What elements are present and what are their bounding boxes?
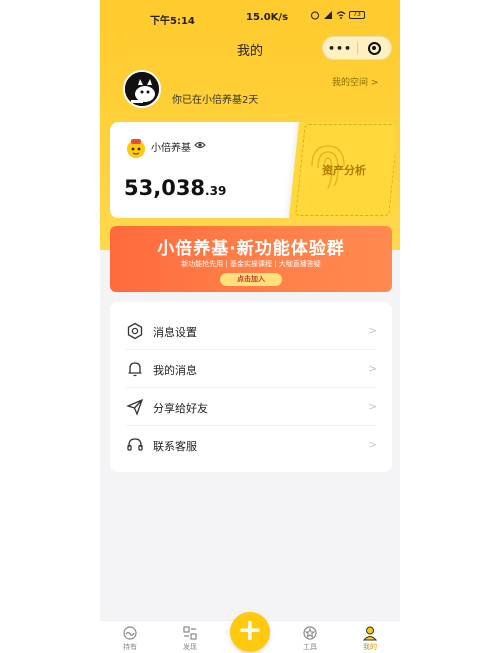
banner-title: 小倍养基·新功能体验群	[157, 239, 345, 259]
welcome-text: 你已在小倍养基2天	[172, 95, 259, 106]
bell-icon	[128, 362, 142, 377]
menu-item-customer-service[interactable]: 联系客服 >	[110, 426, 392, 464]
avatar[interactable]	[123, 70, 161, 108]
wifi-icon	[336, 11, 346, 19]
more-button[interactable]: •••	[323, 42, 357, 55]
banner-subtitle: 新功能抢先用 | 基金实操课程 | 大咖直播答疑	[181, 260, 321, 268]
chevron-right-icon: >	[368, 362, 378, 375]
close-button[interactable]	[358, 41, 391, 55]
chevron-right-icon: >	[368, 438, 378, 451]
status-icons: 73	[310, 10, 365, 20]
tab-tools[interactable]: 工具	[290, 625, 330, 652]
settings-icon	[127, 322, 143, 340]
chevron-right-icon: >	[368, 324, 378, 337]
profile-icon	[362, 626, 378, 641]
join-button[interactable]: 点击加入	[220, 273, 282, 286]
title-row: 我的 •••	[100, 36, 400, 62]
tab-mine[interactable]: 我的	[350, 625, 390, 652]
tab-label: 持有	[123, 643, 137, 651]
headset-icon	[127, 438, 143, 451]
close-target-icon	[367, 41, 381, 55]
menu-item-my-messages[interactable]: 我的消息 >	[110, 350, 392, 388]
menu-item-label: 我的消息	[153, 364, 197, 377]
menu-item-share[interactable]: 分享给好友 >	[110, 388, 392, 426]
asset-analysis-label: 资产分析	[322, 164, 366, 177]
promo-banner[interactable]: 小倍养基·新功能体验群 新功能抢先用 | 基金实操课程 | 大咖直播答疑 点击加…	[110, 226, 392, 292]
send-icon	[126, 398, 144, 416]
signal-icon	[324, 11, 332, 19]
status-bar: 下午5:14 15.0K/s 73	[100, 8, 400, 30]
network-speed: 15.0K/s	[246, 12, 289, 23]
mini-program-capsule: •••	[322, 36, 392, 60]
tools-icon	[303, 626, 317, 640]
settings-menu: 消息设置 > 我的消息 > 分享给好友 > 联系客服 >	[110, 302, 392, 472]
tab-label: 工具	[303, 643, 317, 651]
tab-holdings[interactable]: 持有	[110, 625, 150, 652]
menu-item-label: 消息设置	[153, 326, 197, 339]
chevron-right-icon: >	[368, 400, 378, 413]
tab-discover[interactable]: 发现	[170, 625, 210, 652]
total-asset-decimal: .39	[205, 184, 227, 198]
holdings-icon	[123, 626, 137, 640]
total-asset-integer: 53,038	[124, 176, 206, 200]
total-asset-value: 53,038.39	[124, 176, 226, 200]
add-button[interactable]: +	[230, 612, 270, 652]
tab-label: 我的	[363, 643, 377, 651]
fund-name: 小倍养基	[151, 143, 191, 154]
menu-item-message-settings[interactable]: 消息设置 >	[110, 312, 392, 350]
phone-screen: 下午5:14 15.0K/s 73 我的 ••• 你已在小倍养基2天 我的空间 …	[100, 0, 400, 653]
menu-item-label: 分享给好友	[153, 402, 208, 415]
discover-icon	[183, 626, 197, 640]
status-time: 下午5:14	[150, 16, 195, 27]
menu-item-label: 联系客服	[153, 440, 197, 453]
alarm-icon	[311, 11, 319, 20]
battery-icon: 73	[349, 11, 365, 19]
fund-mascot-icon	[127, 139, 145, 158]
tab-label: 发现	[183, 643, 197, 651]
eye-icon[interactable]	[194, 140, 206, 150]
my-space-link[interactable]: 我的空间 >	[332, 75, 378, 88]
